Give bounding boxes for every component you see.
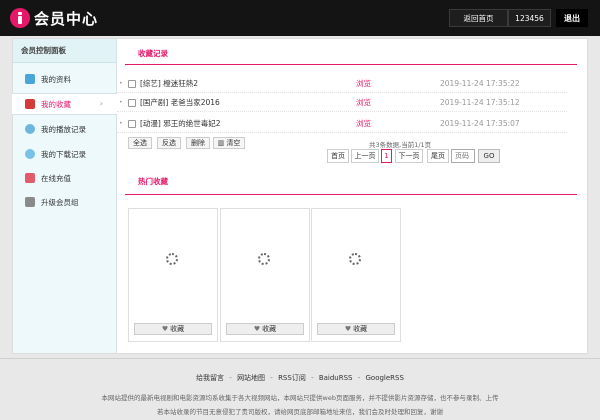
footer-link-baidurss[interactable]: BaiduRSS [319, 374, 353, 382]
info-logo-icon [10, 8, 30, 28]
bullet-icon: • [119, 99, 123, 106]
table-row: • [综艺] 橙迷狂熱2 浏览 2019-11-24 17:35:22 [117, 75, 567, 93]
footer-link-rss[interactable]: RSS订阅 [278, 374, 306, 382]
logo-text: 会员中心 [34, 9, 99, 28]
last-page-button[interactable]: 尾页 [427, 149, 449, 163]
table-row: • [国产剧] 老爸当家2016 浏览 2019-11-24 17:35:12 [117, 94, 567, 112]
play-icon [25, 124, 35, 134]
site-logo[interactable]: 会员中心 [10, 7, 98, 29]
sidebar-item-label: 我的播放记录 [41, 124, 86, 134]
sidebar-item-download-history[interactable]: 我的下载记录 [12, 143, 116, 165]
footer-divider [0, 358, 600, 359]
user-icon [25, 74, 35, 84]
top-header: 会员中心 返回首页 123456 退出 [0, 0, 600, 36]
browse-link[interactable]: 浏览 [356, 75, 371, 93]
hot-section-title: 热门收藏 [138, 177, 168, 186]
record-time: 2019-11-24 17:35:22 [440, 79, 520, 88]
record-time: 2019-11-24 17:35:07 [440, 119, 520, 128]
footer-links: 给我留言 - 网站地图 - RSS订阅 - BaiduRSS - GoogleR… [0, 373, 600, 383]
record-count: 共3条数据,当前1/1页 [369, 141, 432, 149]
loading-spinner-icon [258, 253, 270, 265]
favorite-label: 收藏 [170, 325, 185, 333]
row-checkbox[interactable] [128, 120, 136, 128]
sidebar-item-upgrade[interactable]: 升级会员组 [12, 191, 116, 213]
first-page-button[interactable]: 首页 [327, 149, 349, 163]
prev-page-button[interactable]: 上一页 [351, 149, 379, 163]
favorite-button[interactable]: ♥ 收藏 [226, 323, 304, 335]
footer-separator: - [229, 374, 232, 382]
favorite-button[interactable]: ♥ 收藏 [317, 323, 395, 335]
sidebar-item-favorites[interactable]: 我的收藏 › [12, 93, 117, 115]
select-all-button[interactable]: 全选 [128, 137, 152, 149]
next-page-button[interactable]: 下一页 [395, 149, 423, 163]
hot-card: ♥ 收藏 [311, 208, 401, 342]
favorites-divider [125, 64, 577, 65]
footer-separator: - [311, 374, 314, 382]
row-checkbox[interactable] [128, 80, 136, 88]
favorite-button[interactable]: ♥ 收藏 [134, 323, 212, 335]
footer-separator: - [270, 374, 273, 382]
logout-button[interactable]: 退出 [556, 9, 588, 27]
footer-link-message[interactable]: 给我留言 [196, 374, 224, 382]
table-row: • [动漫] 邪王的绝世毒妃2 浏览 2019-11-24 17:35:07 [117, 115, 567, 133]
sidebar-item-label: 在线充值 [41, 173, 71, 183]
footer-disclaimer: 本网站提供的最新电视剧和电影资源均系收集于各大视频网站，本网站只提供web页面服… [101, 394, 499, 402]
delete-button[interactable]: 删除 [186, 137, 210, 149]
clear-label: 清空 [226, 139, 241, 147]
loading-spinner-icon [349, 253, 361, 265]
chevron-right-icon: › [99, 99, 103, 108]
record-title[interactable]: [动漫] 邪王的绝世毒妃2 [140, 115, 221, 133]
browse-link[interactable]: 浏览 [356, 115, 371, 133]
favorites-section-title: 收藏记录 [138, 49, 168, 58]
heart-icon [25, 99, 35, 109]
loading-spinner-icon [166, 253, 178, 265]
favorite-label: 收藏 [353, 325, 368, 333]
hot-card: ♥ 收藏 [220, 208, 310, 342]
sidebar-item-profile[interactable]: 我的资料 [12, 68, 116, 90]
hot-card: ♥ 收藏 [128, 208, 218, 342]
sidebar-item-label: 我的收藏 [41, 99, 71, 109]
sidebar-item-recharge[interactable]: 在线充值 [12, 167, 116, 189]
bullet-icon: • [119, 80, 123, 87]
heart-icon: ♥ [253, 325, 261, 333]
page-number-input[interactable] [451, 149, 475, 163]
sidebar-item-label: 升级会员组 [41, 197, 79, 207]
username-button[interactable]: 123456 [508, 9, 551, 27]
sidebar-title: 会员控制面板 [13, 39, 116, 63]
puzzle-icon [25, 197, 35, 207]
footer-link-googlerss[interactable]: GoogleRSS [366, 374, 404, 382]
trash-icon: ▥ [217, 139, 225, 147]
back-home-button[interactable]: 返回首页 [449, 9, 508, 27]
clear-button[interactable]: ▥ 清空 [213, 137, 245, 149]
current-page-button[interactable]: 1 [381, 149, 392, 163]
footer-link-sitemap[interactable]: 网站地图 [237, 374, 265, 382]
footer-copyright-note: 若本站收录的节目无意侵犯了贵司版权，请给网页底部邮箱地址来信，我们会及时处理和回… [157, 408, 443, 416]
hot-divider [125, 194, 577, 195]
sidebar-item-label: 我的下载记录 [41, 149, 86, 159]
mail-icon [25, 173, 35, 183]
sidebar-item-label: 我的资料 [41, 74, 71, 84]
heart-icon: ♥ [344, 325, 352, 333]
browse-link[interactable]: 浏览 [356, 94, 371, 112]
record-title[interactable]: [综艺] 橙迷狂熱2 [140, 75, 198, 93]
record-time: 2019-11-24 17:35:12 [440, 98, 520, 107]
row-checkbox[interactable] [128, 99, 136, 107]
invert-selection-button[interactable]: 反选 [157, 137, 181, 149]
record-title[interactable]: [国产剧] 老爸当家2016 [140, 94, 220, 112]
cloud-icon [25, 149, 35, 159]
favorite-label: 收藏 [262, 325, 277, 333]
go-button[interactable]: GO [478, 149, 500, 163]
bullet-icon: • [119, 120, 123, 127]
sidebar-item-play-history[interactable]: 我的播放记录 [12, 118, 116, 140]
heart-icon: ♥ [161, 325, 169, 333]
footer-separator: - [357, 374, 361, 382]
